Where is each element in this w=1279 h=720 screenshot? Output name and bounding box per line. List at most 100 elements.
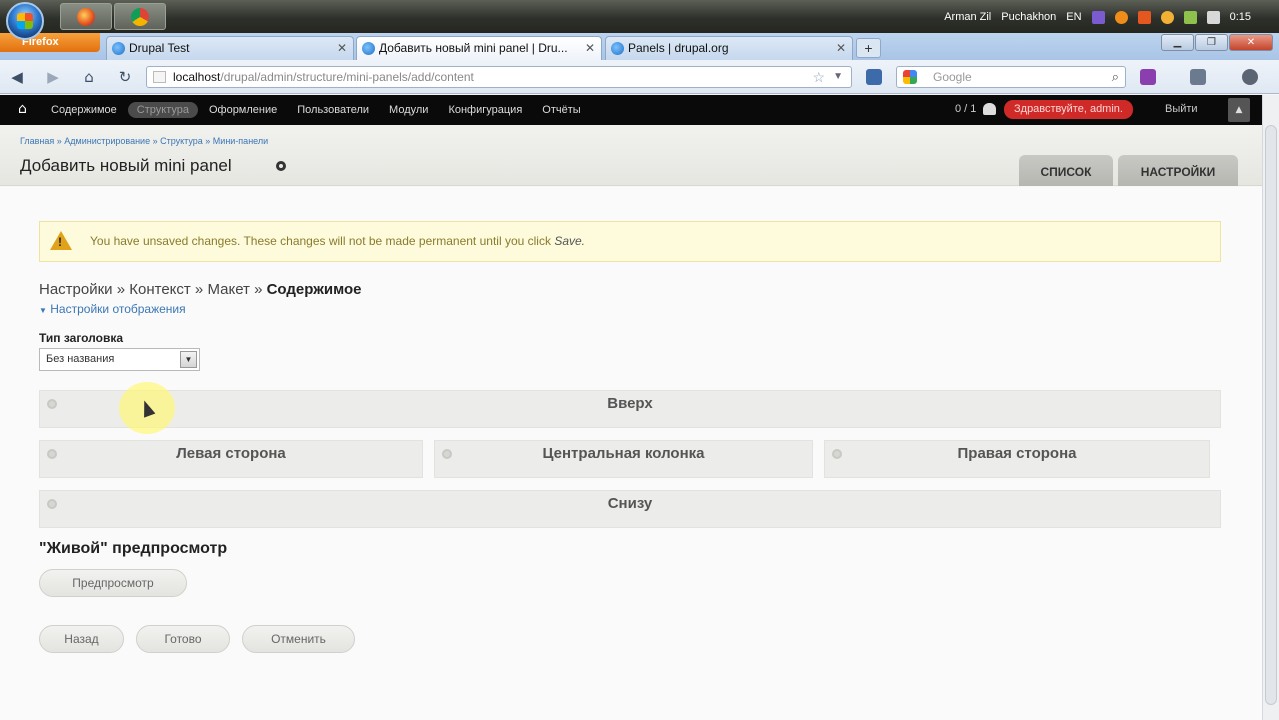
close-icon[interactable]: ✕: [337, 37, 347, 59]
admin-menu-configuration[interactable]: Конфигурация: [439, 102, 531, 118]
wizard-step-layout[interactable]: Макет: [207, 281, 249, 298]
scrollbar-thumb[interactable]: [1265, 125, 1277, 705]
firefox-icon: [77, 8, 95, 26]
display-settings-link[interactable]: ▼ Настройки отображения: [39, 302, 186, 316]
search-icon[interactable]: ⌕: [1112, 67, 1119, 87]
admin-menu-reports[interactable]: Отчёты: [533, 102, 589, 118]
collapse-arrow-icon: ▼: [39, 306, 47, 315]
tray-volume-icon[interactable]: [1206, 10, 1220, 24]
close-icon[interactable]: ✕: [585, 37, 595, 59]
search-placeholder: Google: [933, 70, 972, 84]
breadcrumb[interactable]: Главная » Администрирование » Структура …: [20, 136, 268, 146]
browser-nav-bar: ◀ ▶ ⌂ ↻ localhost/drupal/admin/structure…: [0, 60, 1279, 94]
shortcut-count: 0 / 1: [955, 103, 977, 115]
home-icon[interactable]: ⌂: [80, 68, 98, 86]
new-tab-button[interactable]: +: [856, 38, 881, 58]
drupal-favicon-icon: [362, 42, 375, 55]
warning-save-word: Save.: [554, 234, 585, 248]
wizard-separator: »: [249, 281, 267, 298]
wizard-trail: Настройки » Контекст » Макет » Содержимо…: [39, 281, 361, 298]
admin-menu: Содержимое Структура Оформление Пользова…: [42, 95, 590, 125]
warning-text: You have unsaved changes. These changes …: [90, 234, 551, 248]
admin-toolbar: ⌂ Содержимое Структура Оформление Пользо…: [0, 95, 1262, 125]
home-icon[interactable]: ⌂: [18, 101, 27, 117]
taskbar-chrome-button[interactable]: [114, 3, 166, 30]
tray-app-icon[interactable]: [1137, 10, 1151, 24]
browser-tab-add-mini-panel[interactable]: Добавить новый mini panel | Dru... ✕: [356, 36, 602, 61]
search-input[interactable]: Google ⌕: [896, 66, 1126, 88]
region-top[interactable]: Вверх: [39, 390, 1221, 428]
window-controls: ▁ ❐ ✕: [1161, 34, 1273, 51]
tab-settings[interactable]: НАСТРОЙКИ: [1118, 155, 1238, 186]
download-icon[interactable]: [866, 69, 882, 85]
minimize-button[interactable]: ▁: [1161, 34, 1194, 51]
url-bar[interactable]: localhost/drupal/admin/structure/mini-pa…: [146, 66, 852, 88]
browser-tab-drupal-test[interactable]: Drupal Test ✕: [106, 36, 354, 60]
clock[interactable]: 0:15: [1230, 11, 1251, 23]
back-button[interactable]: Назад: [39, 625, 124, 653]
tab-label: Drupal Test: [129, 41, 190, 55]
addon-icon[interactable]: [1190, 69, 1206, 85]
admin-menu-people[interactable]: Пользователи: [288, 102, 378, 118]
start-button[interactable]: [6, 2, 44, 40]
wizard-step-settings[interactable]: Настройки: [39, 281, 113, 298]
wizard-separator: »: [190, 281, 208, 298]
admin-menu-structure[interactable]: Структура: [127, 102, 198, 118]
admin-menu-appearance[interactable]: Оформление: [200, 102, 286, 118]
back-arrow-icon[interactable]: ◀: [8, 68, 26, 86]
tray-app-icon[interactable]: [1091, 10, 1105, 24]
finish-button[interactable]: Готово: [136, 625, 230, 653]
admin-menu-content[interactable]: Содержимое: [42, 102, 126, 118]
tray-user-1: Arman Zil: [944, 11, 992, 23]
wizard-step-context[interactable]: Контекст: [129, 281, 191, 298]
gear-icon[interactable]: [276, 161, 286, 171]
reload-icon[interactable]: ↻: [116, 68, 134, 86]
taskbar: Arman Zil Puchakhon EN 0:15: [0, 0, 1279, 33]
tab-label: Добавить новый mini panel | Dru...: [379, 41, 568, 55]
title-type-select[interactable]: Без названия ▼: [39, 348, 200, 371]
region-left[interactable]: Левая сторона: [39, 440, 423, 478]
drupal-favicon-icon: [611, 42, 624, 55]
gear-icon[interactable]: [442, 449, 452, 459]
addon-icon[interactable]: [1140, 69, 1156, 85]
chevron-down-icon[interactable]: ▼: [180, 351, 197, 368]
page-header: Главная » Администрирование » Структура …: [0, 125, 1262, 186]
cancel-button[interactable]: Отменить: [242, 625, 355, 653]
site-identity-icon[interactable]: [153, 71, 166, 83]
browser-tab-panels-drupal-org[interactable]: Panels | drupal.org ✕: [605, 36, 853, 60]
addon-icon[interactable]: [1242, 69, 1258, 85]
tray-app-icon[interactable]: [1160, 10, 1174, 24]
gear-icon[interactable]: [47, 399, 57, 409]
preview-button[interactable]: Предпросмотр: [39, 569, 187, 597]
taskbar-firefox-button[interactable]: [60, 3, 112, 30]
close-window-button[interactable]: ✕: [1229, 34, 1273, 51]
region-middle[interactable]: Центральная колонка: [434, 440, 813, 478]
page-title: Добавить новый mini panel: [20, 156, 232, 175]
url-dropdown-icon[interactable]: ▼: [833, 67, 843, 87]
tray-app-icon[interactable]: [1114, 10, 1128, 24]
unsaved-changes-warning: You have unsaved changes. These changes …: [39, 221, 1221, 262]
tab-list[interactable]: СПИСОК: [1019, 155, 1113, 186]
page-scrollbar[interactable]: [1262, 95, 1279, 720]
tray-network-icon[interactable]: [1183, 10, 1197, 24]
user-greeting-link[interactable]: Здравствуйте, admin.: [1004, 100, 1133, 119]
url-host: localhost: [173, 70, 221, 84]
forward-arrow-icon[interactable]: ▶: [44, 68, 62, 86]
logout-link[interactable]: Выйти: [1165, 103, 1198, 115]
google-icon[interactable]: [903, 70, 917, 84]
gear-icon[interactable]: [47, 499, 57, 509]
region-right[interactable]: Правая сторона: [824, 440, 1210, 478]
gear-icon[interactable]: [832, 449, 842, 459]
admin-menu-modules[interactable]: Модули: [380, 102, 437, 118]
region-bottom[interactable]: Снизу: [39, 490, 1221, 528]
close-icon[interactable]: ✕: [836, 37, 846, 59]
drupal-favicon-icon: [112, 42, 125, 55]
language-indicator[interactable]: EN: [1066, 11, 1081, 23]
gear-icon[interactable]: [47, 449, 57, 459]
restore-button[interactable]: ❐: [1195, 34, 1228, 51]
region-title: Правая сторона: [957, 445, 1077, 462]
bookmark-star-icon[interactable]: ☆: [812, 67, 825, 87]
system-tray: Arman Zil Puchakhon EN 0:15: [944, 8, 1251, 26]
wizard-separator: »: [112, 281, 130, 298]
shortcuts-toggle-button[interactable]: ▲: [1228, 98, 1250, 122]
